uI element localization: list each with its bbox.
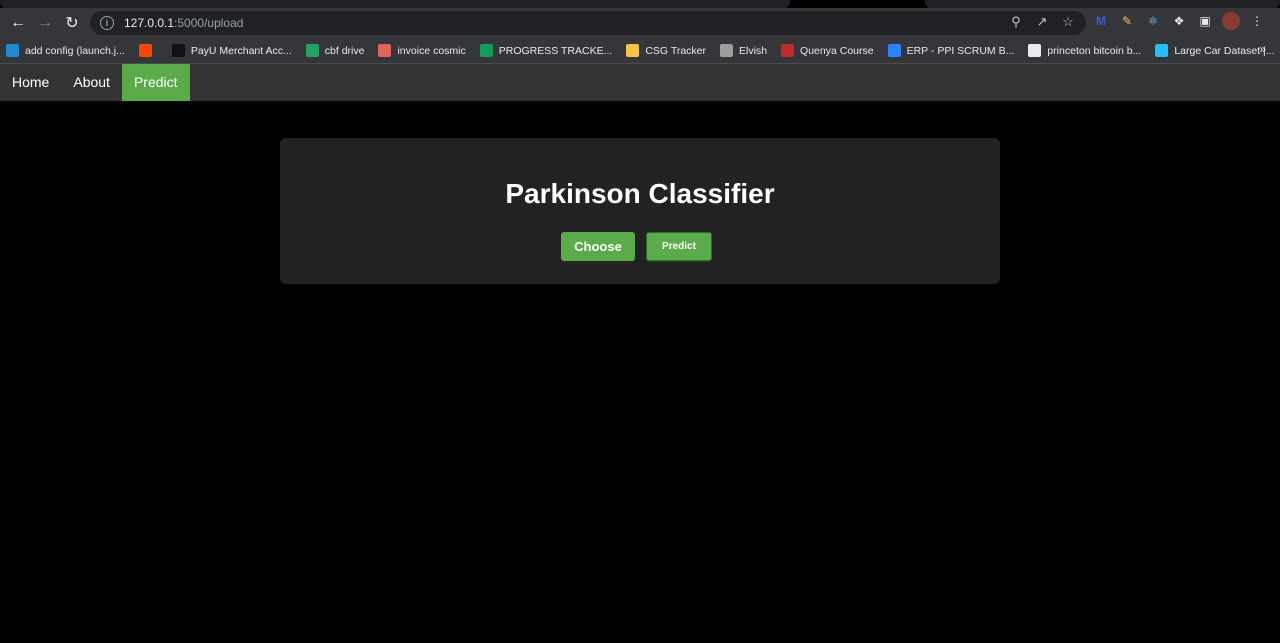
bookmark-item[interactable]: cbf drive	[300, 40, 371, 62]
nav-home-link[interactable]: Home	[0, 64, 61, 101]
bookmark-item[interactable]	[133, 40, 164, 62]
bookmark-item[interactable]: Elvish	[714, 40, 773, 62]
elvish-icon	[720, 44, 734, 57]
url-path: :5000/upload	[174, 16, 244, 30]
bookmark-label: ERP - PPI SCRUM B...	[906, 44, 1015, 57]
globe-icon	[1028, 44, 1042, 57]
sheets-icon	[479, 44, 493, 57]
bookmark-label: princeton bitcoin b...	[1047, 44, 1142, 57]
share-icon[interactable]: ↗	[1034, 14, 1050, 30]
bookmark-label: Quenya Course	[800, 44, 874, 57]
menu-kebab-icon[interactable]: ⋮	[1248, 12, 1266, 30]
zoom-icon[interactable]: ⚲	[1008, 14, 1024, 30]
site-info-icon[interactable]: i	[100, 16, 114, 30]
nav-predict-link[interactable]: Predict	[121, 64, 190, 101]
bookmark-label: add config (launch.j...	[25, 44, 125, 57]
address-bar[interactable]: i 127.0.0.1:5000/upload ⚲ ↗ ☆	[90, 11, 1086, 35]
quenya-icon	[781, 44, 795, 57]
url-host: 127.0.0.1	[124, 16, 175, 30]
bookmark-label: PROGRESS TRACKE...	[498, 44, 613, 57]
profile-avatar[interactable]	[1222, 12, 1240, 30]
bookmark-label: PayU Merchant Acc...	[190, 44, 292, 57]
bookmark-label: Elvish	[739, 44, 768, 57]
classifier-card: Parkinson Classifier Choose Predict	[280, 138, 1000, 284]
bookmark-item[interactable]: invoice cosmic	[372, 40, 471, 62]
bookmark-label: cbf drive	[324, 44, 365, 57]
browser-toolbar: ← → ↻ i 127.0.0.1:5000/upload ⚲ ↗ ☆ M ✎ …	[0, 8, 1280, 38]
jira-icon	[887, 44, 901, 57]
bookmark-label: CSG Tracker	[645, 44, 707, 57]
site-navbar: Home About Predict	[0, 64, 1280, 101]
reddit-icon	[138, 44, 152, 57]
forward-icon[interactable]: →	[32, 10, 58, 36]
nav-about-link[interactable]: About	[61, 64, 122, 101]
bookmark-item[interactable]: Quenya Course	[775, 40, 880, 62]
kaggle-icon	[1155, 44, 1169, 57]
bookmark-item[interactable]: PROGRESS TRACKE...	[474, 40, 619, 62]
extension-pen-icon[interactable]: ✎	[1118, 12, 1136, 30]
extensions-puzzle-icon[interactable]: ❖	[1170, 12, 1188, 30]
bookmark-item[interactable]: princeton bitcoin b...	[1022, 40, 1147, 62]
url-text[interactable]: 127.0.0.1:5000/upload	[124, 16, 243, 30]
drive-icon	[305, 44, 319, 57]
payu-icon	[171, 44, 185, 57]
bookmarks-overflow-button[interactable]: »	[1259, 42, 1266, 56]
side-panel-icon[interactable]: ▣	[1196, 12, 1214, 30]
choose-file-button[interactable]: Choose	[561, 232, 635, 261]
bookmark-item[interactable]: add config (launch.j...	[0, 40, 131, 62]
predict-button[interactable]: Predict	[646, 232, 712, 261]
cosmic-icon	[378, 44, 392, 57]
bookmark-item[interactable]: PayU Merchant Acc...	[166, 40, 298, 62]
keep-icon	[626, 44, 640, 57]
bookmark-item[interactable]: ERP - PPI SCRUM B...	[882, 40, 1021, 62]
browser-tab-strip	[0, 0, 1280, 8]
page-title: Parkinson Classifier	[505, 178, 775, 209]
reload-icon[interactable]: ↻	[59, 10, 85, 36]
tab-background[interactable]	[0, 0, 790, 8]
bookmark-item[interactable]: CSG Tracker	[620, 40, 712, 62]
vscode-icon	[6, 44, 19, 57]
star-icon[interactable]: ☆	[1060, 14, 1076, 30]
bookmarks-bar: add config (launch.j... PayU Merchant Acc…	[0, 38, 1280, 64]
tab-background[interactable]	[925, 0, 1280, 8]
back-icon[interactable]: ←	[5, 10, 31, 36]
extension-m-icon[interactable]: M	[1092, 12, 1110, 30]
extension-react-icon[interactable]: ⚛	[1144, 12, 1162, 30]
bookmark-label: invoice cosmic	[397, 44, 466, 57]
